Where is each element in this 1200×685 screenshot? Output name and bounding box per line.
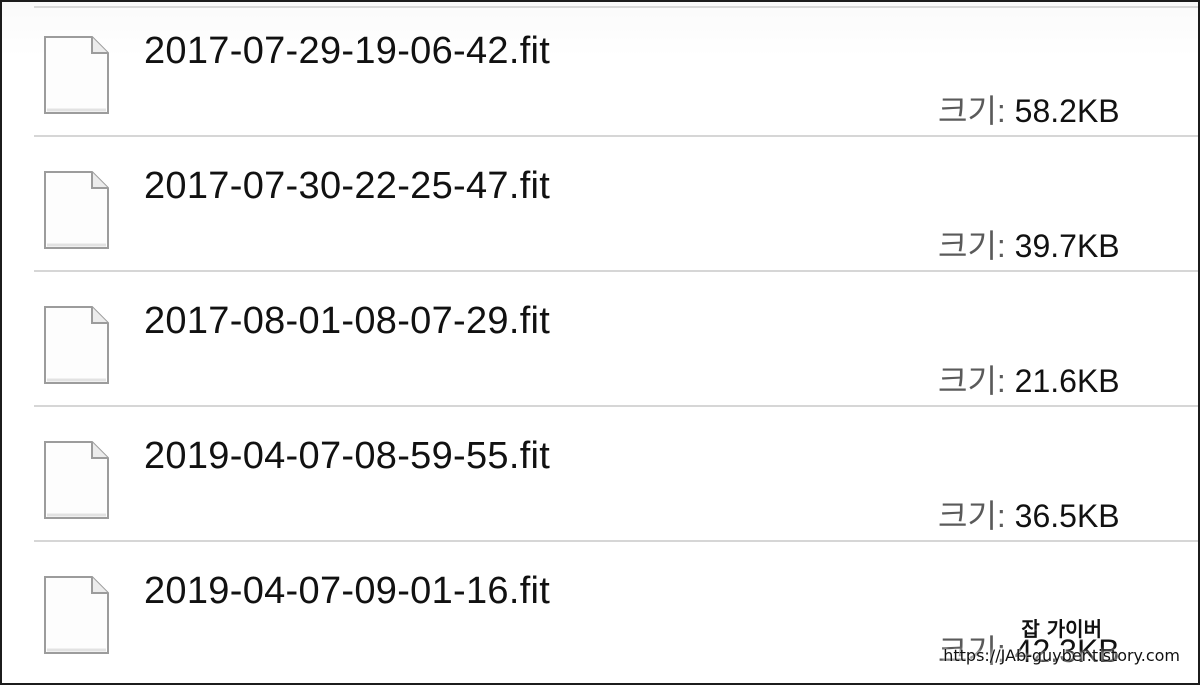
file-item[interactable]: 2017-07-30-22-25-47.fit 크기: 39.7KB xyxy=(2,137,1198,272)
document-icon xyxy=(42,574,112,656)
size-label: 크기: xyxy=(938,228,1006,264)
file-size: 크기: 58.2KB xyxy=(938,86,1120,132)
document-icon xyxy=(42,304,112,386)
file-item[interactable]: 2019-04-07-09-01-16.fit 크기: 42.3KB xyxy=(2,542,1198,677)
size-value: 36.5KB xyxy=(1014,498,1120,534)
file-name[interactable]: 2019-04-07-09-01-16.fit xyxy=(144,570,550,613)
document-icon xyxy=(42,439,112,521)
file-size: 크기: 21.6KB xyxy=(938,356,1120,402)
file-size: 크기: 39.7KB xyxy=(938,221,1120,267)
size-value: 58.2KB xyxy=(1014,93,1120,129)
size-value: 39.7KB xyxy=(1014,228,1120,264)
size-label: 크기: xyxy=(938,498,1006,534)
document-icon xyxy=(42,169,112,251)
document-icon xyxy=(42,34,112,116)
size-label: 크기: xyxy=(938,633,1006,669)
file-list: 2017-07-29-19-06-42.fit 크기: 58.2KB 2017-… xyxy=(2,2,1198,683)
file-name[interactable]: 2017-08-01-08-07-29.fit xyxy=(144,300,550,343)
size-value: 21.6KB xyxy=(1014,363,1120,399)
file-item[interactable]: 2019-04-07-08-59-55.fit 크기: 36.5KB xyxy=(2,407,1198,542)
size-value: 42.3KB xyxy=(1014,633,1120,669)
file-size: 크기: 42.3KB xyxy=(938,626,1120,672)
file-name[interactable]: 2017-07-30-22-25-47.fit xyxy=(144,165,550,208)
file-item[interactable]: 2017-08-01-08-07-29.fit 크기: 21.6KB xyxy=(2,272,1198,407)
file-name[interactable]: 2017-07-29-19-06-42.fit xyxy=(144,30,550,73)
file-name[interactable]: 2019-04-07-08-59-55.fit xyxy=(144,435,550,478)
file-item[interactable]: 2017-07-29-19-06-42.fit 크기: 58.2KB xyxy=(2,2,1198,137)
file-list-window: 2017-07-29-19-06-42.fit 크기: 58.2KB 2017-… xyxy=(0,0,1200,685)
size-label: 크기: xyxy=(938,93,1006,129)
file-size: 크기: 36.5KB xyxy=(938,491,1120,537)
size-label: 크기: xyxy=(938,363,1006,399)
